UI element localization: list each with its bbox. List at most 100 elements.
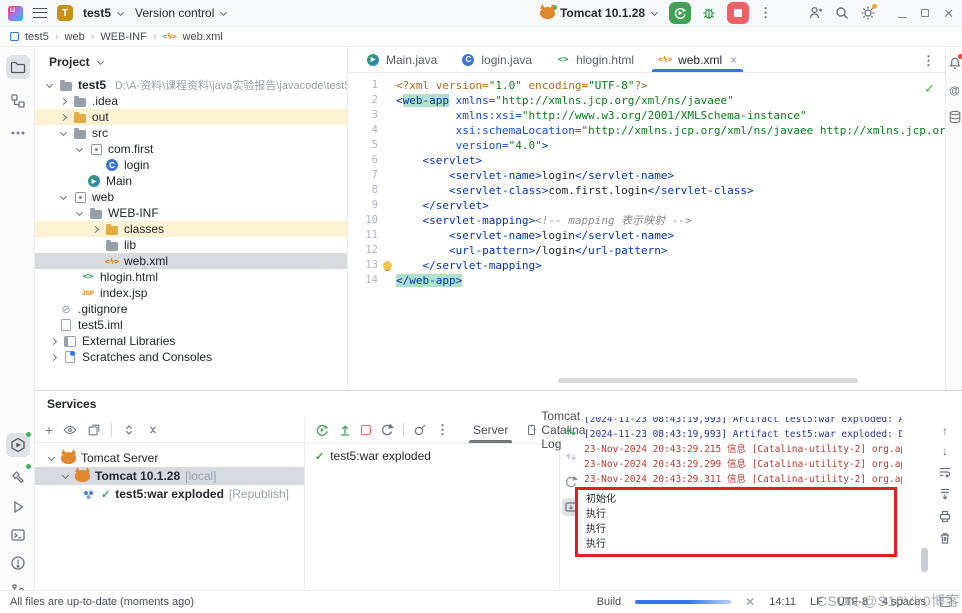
run-configuration-selector[interactable]: Tomcat 10.1.28 (540, 6, 659, 20)
tree-row-external-libraries[interactable]: External Libraries (35, 333, 347, 349)
breadcrumb-item[interactable]: web.xml (183, 31, 223, 43)
tab-server[interactable]: Server (463, 417, 518, 443)
project-widget[interactable]: test5 (83, 6, 125, 20)
services-panel-title[interactable]: Services (35, 391, 962, 417)
problems-tool-icon[interactable] (6, 551, 30, 575)
more-tool-windows-icon[interactable] (6, 121, 30, 145)
services-row-tomcat-group[interactable]: Tomcat Server (35, 449, 304, 467)
tree-row-scratches[interactable]: Scratches and Consoles (35, 349, 347, 365)
edit-configuration-icon[interactable] (413, 423, 427, 437)
rerun-server-icon[interactable] (315, 423, 329, 437)
more-actions-icon[interactable]: ⋮ (759, 5, 772, 21)
caret-position-widget[interactable]: 14:11 (769, 596, 796, 608)
window-maximize-button[interactable] (921, 9, 929, 17)
code-line[interactable]: 3 xmlns:xsi="http://www.w3.org/2001/XMLS… (348, 108, 945, 123)
chevron-down-icon[interactable] (75, 145, 84, 154)
notifications-bell-icon[interactable] (947, 55, 962, 70)
horizontal-scrollbar[interactable] (558, 378, 858, 383)
tree-row-gitignore[interactable]: .gitignore (35, 301, 347, 317)
deploy-icon[interactable] (562, 423, 580, 441)
rerun-button[interactable] (669, 2, 691, 24)
deploy-all-icon[interactable] (562, 448, 580, 466)
collapse-all-icon[interactable] (146, 423, 160, 437)
quickfix-bulb-icon[interactable] (383, 261, 392, 270)
code-line[interactable]: 9 </servlet> (348, 198, 945, 213)
code-line[interactable]: 1<?xml version="1.0" encoding="UTF-8"?> (348, 78, 945, 93)
console-log[interactable]: [2024-11-23 08:43:19,993] Artifact test5… (584, 417, 902, 487)
code-line[interactable]: 12 <url-pattern>/login</url-pattern> (348, 243, 945, 258)
code-line[interactable]: 7 <servlet-name>login</servlet-name> (348, 168, 945, 183)
settings-gear-icon[interactable] (860, 5, 876, 21)
search-everywhere-icon[interactable] (834, 5, 850, 21)
open-in-new-tab-icon[interactable] (87, 423, 101, 437)
main-menu-icon[interactable] (33, 8, 47, 18)
tree-row-indexjsp[interactable]: index.jsp (35, 285, 347, 301)
code-line[interactable]: 14</web-app> (348, 273, 945, 288)
chevron-down-icon[interactable] (59, 129, 68, 138)
tab-main-java[interactable]: Main.java (354, 47, 449, 72)
tree-row-hlogin[interactable]: hlogin.html (35, 269, 347, 285)
build-tool-icon[interactable] (6, 465, 30, 489)
deploy-status-row[interactable]: ✓ test5:war exploded (305, 444, 559, 468)
tree-row-out[interactable]: out (35, 109, 347, 125)
breadcrumb-item[interactable]: web (65, 31, 85, 43)
tree-row-idea[interactable]: .idea (35, 93, 347, 109)
code-line[interactable]: 6 <servlet> (348, 153, 945, 168)
tree-row-lib[interactable]: lib (35, 237, 347, 253)
tree-row-root[interactable]: test5 D:\A-资料\课程资料\java实验报告\javacode\tes… (35, 77, 347, 93)
tree-row-webxml[interactable]: web.xml (35, 253, 347, 269)
project-panel-header[interactable]: Project (35, 47, 347, 77)
tree-row-web[interactable]: web (35, 189, 347, 205)
tree-row-main[interactable]: Main (35, 173, 347, 189)
stop-server-icon[interactable] (361, 425, 371, 435)
database-icon[interactable] (947, 109, 962, 124)
update-application-icon[interactable] (338, 423, 352, 437)
code-line[interactable]: 11 <servlet-name>login</servlet-name> (348, 228, 945, 243)
tab-web-xml[interactable]: web.xml × (646, 47, 749, 72)
tree-row-webinf[interactable]: WEB-INF (35, 205, 347, 221)
line-separator-widget[interactable]: LF (810, 596, 823, 608)
editor-options-icon[interactable]: ⋮ (922, 53, 935, 69)
tree-row-login[interactable]: login (35, 157, 347, 173)
inspections-ok-icon[interactable]: ✓ (924, 81, 935, 97)
code-line[interactable]: 2<web-app xmlns="http://xmlns.jcp.org/xm… (348, 93, 945, 108)
chevron-right-icon[interactable] (49, 353, 58, 362)
expand-all-icon[interactable] (122, 423, 136, 437)
status-widget-icon[interactable] (940, 597, 952, 607)
tree-row-package[interactable]: com.first (35, 141, 347, 157)
chevron-right-icon[interactable] (49, 337, 58, 346)
breadcrumb-item[interactable]: WEB-INF (100, 31, 146, 43)
chevron-down-icon[interactable] (61, 472, 70, 481)
terminal-tool-icon[interactable] (6, 523, 30, 547)
code-line[interactable]: 13 </servlet-mapping> (348, 258, 945, 273)
tab-login-java[interactable]: login.java (449, 47, 544, 72)
chevron-down-icon[interactable] (75, 209, 84, 218)
encoding-widget[interactable]: UTF-8 (837, 596, 868, 608)
chevron-down-icon[interactable] (59, 193, 68, 202)
chevron-down-icon[interactable] (45, 81, 54, 90)
code-line[interactable]: 10 <servlet-mapping><!-- mapping 表示映射 --… (348, 213, 945, 228)
scroll-to-end-icon[interactable] (938, 487, 952, 501)
services-row-tomcat-server[interactable]: Tomcat 10.1.28 [local] (35, 467, 304, 485)
vcs-widget[interactable]: Version control (135, 6, 228, 20)
services-tool-icon[interactable] (6, 433, 30, 457)
prev-message-icon[interactable]: ↑ (942, 425, 948, 437)
window-close-button[interactable]: ✕ (943, 7, 954, 20)
chevron-right-icon[interactable] (91, 225, 100, 234)
code-line[interactable]: 4 xsi:schemaLocation="http://xmlns.jcp.o… (348, 123, 945, 138)
chevron-down-icon[interactable] (47, 454, 56, 463)
tab-hlogin-html[interactable]: hlogin.html (544, 47, 646, 72)
print-icon[interactable] (938, 509, 952, 523)
add-service-icon[interactable]: + (45, 422, 53, 438)
restart-icon[interactable] (380, 423, 394, 437)
chevron-right-icon[interactable] (59, 113, 68, 122)
breadcrumb-item[interactable]: test5 (25, 31, 49, 43)
more-actions-icon[interactable]: ⋮ (436, 422, 449, 438)
stop-button[interactable] (727, 2, 749, 24)
project-tool-icon[interactable] (6, 55, 30, 79)
run-tool-icon[interactable] (6, 495, 30, 519)
indent-widget[interactable]: 4 spaces (882, 596, 926, 608)
tree-row-classes[interactable]: classes (35, 221, 347, 237)
project-badge-icon[interactable]: T (57, 5, 73, 21)
code-line[interactable]: 5 version="4.0"> (348, 138, 945, 153)
